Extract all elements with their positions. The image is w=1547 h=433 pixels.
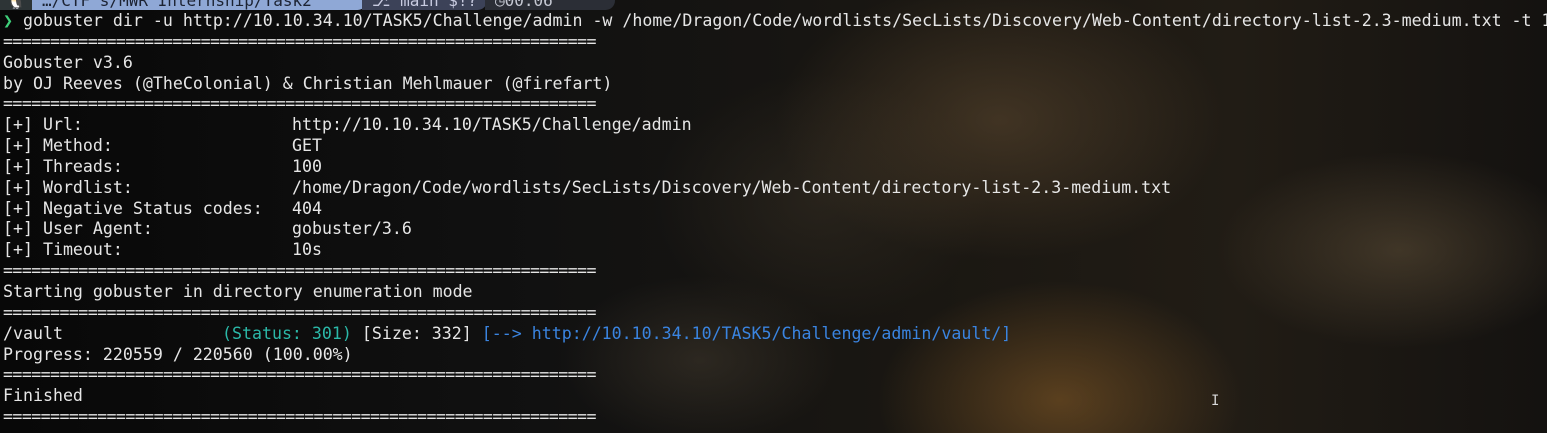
- command-text: gobuster dir -u http://10.10.34.10/TASK5…: [23, 11, 1547, 30]
- command-line: ❯ gobuster dir -u http://10.10.34.10/TAS…: [3, 11, 1547, 32]
- redirect-url-link[interactable]: http://10.10.34.10/TASK5/Challenge/admin…: [532, 324, 1002, 343]
- penguin-icon: 🐧: [0, 0, 32, 10]
- result-row: /vault (Status: 301) [Size: 332] [--> htt…: [3, 324, 1547, 345]
- config-row-user-agent: [+] User Agent: gobuster/3.6: [3, 219, 1547, 240]
- prompt-time-text: 00:06: [504, 0, 553, 10]
- config-row-method: [+] Method: GET: [3, 136, 1547, 157]
- redirect-close: ]: [1001, 323, 1012, 343]
- config-value: http://10.10.34.10/TASK5/Challenge/admin: [292, 115, 692, 135]
- config-value: 404: [292, 198, 322, 218]
- finished-line: Finished: [3, 386, 83, 406]
- config-row-url: [+] Url: http://10.10.34.10/TASK5/Challen…: [3, 115, 1547, 136]
- banner-version: Gobuster v3.6: [3, 52, 133, 72]
- config-value: 100: [292, 156, 322, 176]
- config-label: [+] Url:: [3, 115, 83, 135]
- result-path: /vault: [3, 323, 63, 343]
- config-label: [+] Negative Status codes:: [3, 198, 263, 218]
- progress-line: Progress: 220559 / 220560 (100.00%): [3, 344, 353, 364]
- terminal-output: ❯ gobuster dir -u http://10.10.34.10/TAS…: [3, 11, 1547, 428]
- prompt-time: ◷00:06: [485, 0, 615, 10]
- banner-authors: by OJ Reeves (@TheColonial) & Christian …: [3, 73, 613, 93]
- config-row-negative-status: [+] Negative Status codes: 404: [3, 199, 1547, 220]
- config-label: [+] Wordlist:: [3, 177, 133, 197]
- config-label: [+] User Agent:: [3, 219, 153, 239]
- prompt-git-status: ⎇ main $!?: [362, 0, 487, 10]
- separator-line: ========================================…: [3, 31, 596, 51]
- mode-line: Starting gobuster in directory enumerati…: [3, 281, 473, 301]
- separator-line: ========================================…: [3, 94, 596, 114]
- git-branch-icon: ⎇: [372, 0, 401, 10]
- result-size: [Size: 332]: [361, 323, 472, 343]
- prompt-status-bar: 🐧 …/CTF's/MWR Internship/Task2 ⎇ main $!…: [0, 0, 620, 10]
- config-value: 10s: [292, 240, 322, 260]
- separator-line: ========================================…: [3, 302, 596, 322]
- config-value: gobuster/3.6: [292, 219, 412, 239]
- config-value: /home/Dragon/Code/wordlists/SecLists/Dis…: [292, 177, 1172, 197]
- git-status-text: main $!?: [400, 0, 478, 10]
- config-row-threads: [+] Threads: 100: [3, 157, 1547, 178]
- text-cursor-icon: I: [1211, 393, 1220, 409]
- separator-line: ========================================…: [3, 407, 596, 427]
- config-value: GET: [292, 136, 322, 156]
- terminal-window[interactable]: 🐧 …/CTF's/MWR Internship/Task2 ⎇ main $!…: [0, 0, 1547, 433]
- result-status: (Status: 301): [222, 323, 352, 343]
- redirect-open: [-->: [481, 323, 522, 343]
- config-label: [+] Threads:: [3, 156, 123, 176]
- config-row-timeout: [+] Timeout: 10s: [3, 240, 1547, 261]
- separator-line: ========================================…: [3, 365, 596, 385]
- config-label: [+] Timeout:: [3, 240, 123, 260]
- config-label: [+] Method:: [3, 136, 113, 156]
- prompt-path: …/CTF's/MWR Internship/Task2: [32, 0, 367, 10]
- config-row-wordlist: [+] Wordlist: /home/Dragon/Code/wordlists…: [3, 178, 1547, 199]
- separator-line: ========================================…: [3, 261, 596, 281]
- clock-icon: ◷: [495, 0, 505, 10]
- prompt-caret: ❯: [3, 11, 13, 30]
